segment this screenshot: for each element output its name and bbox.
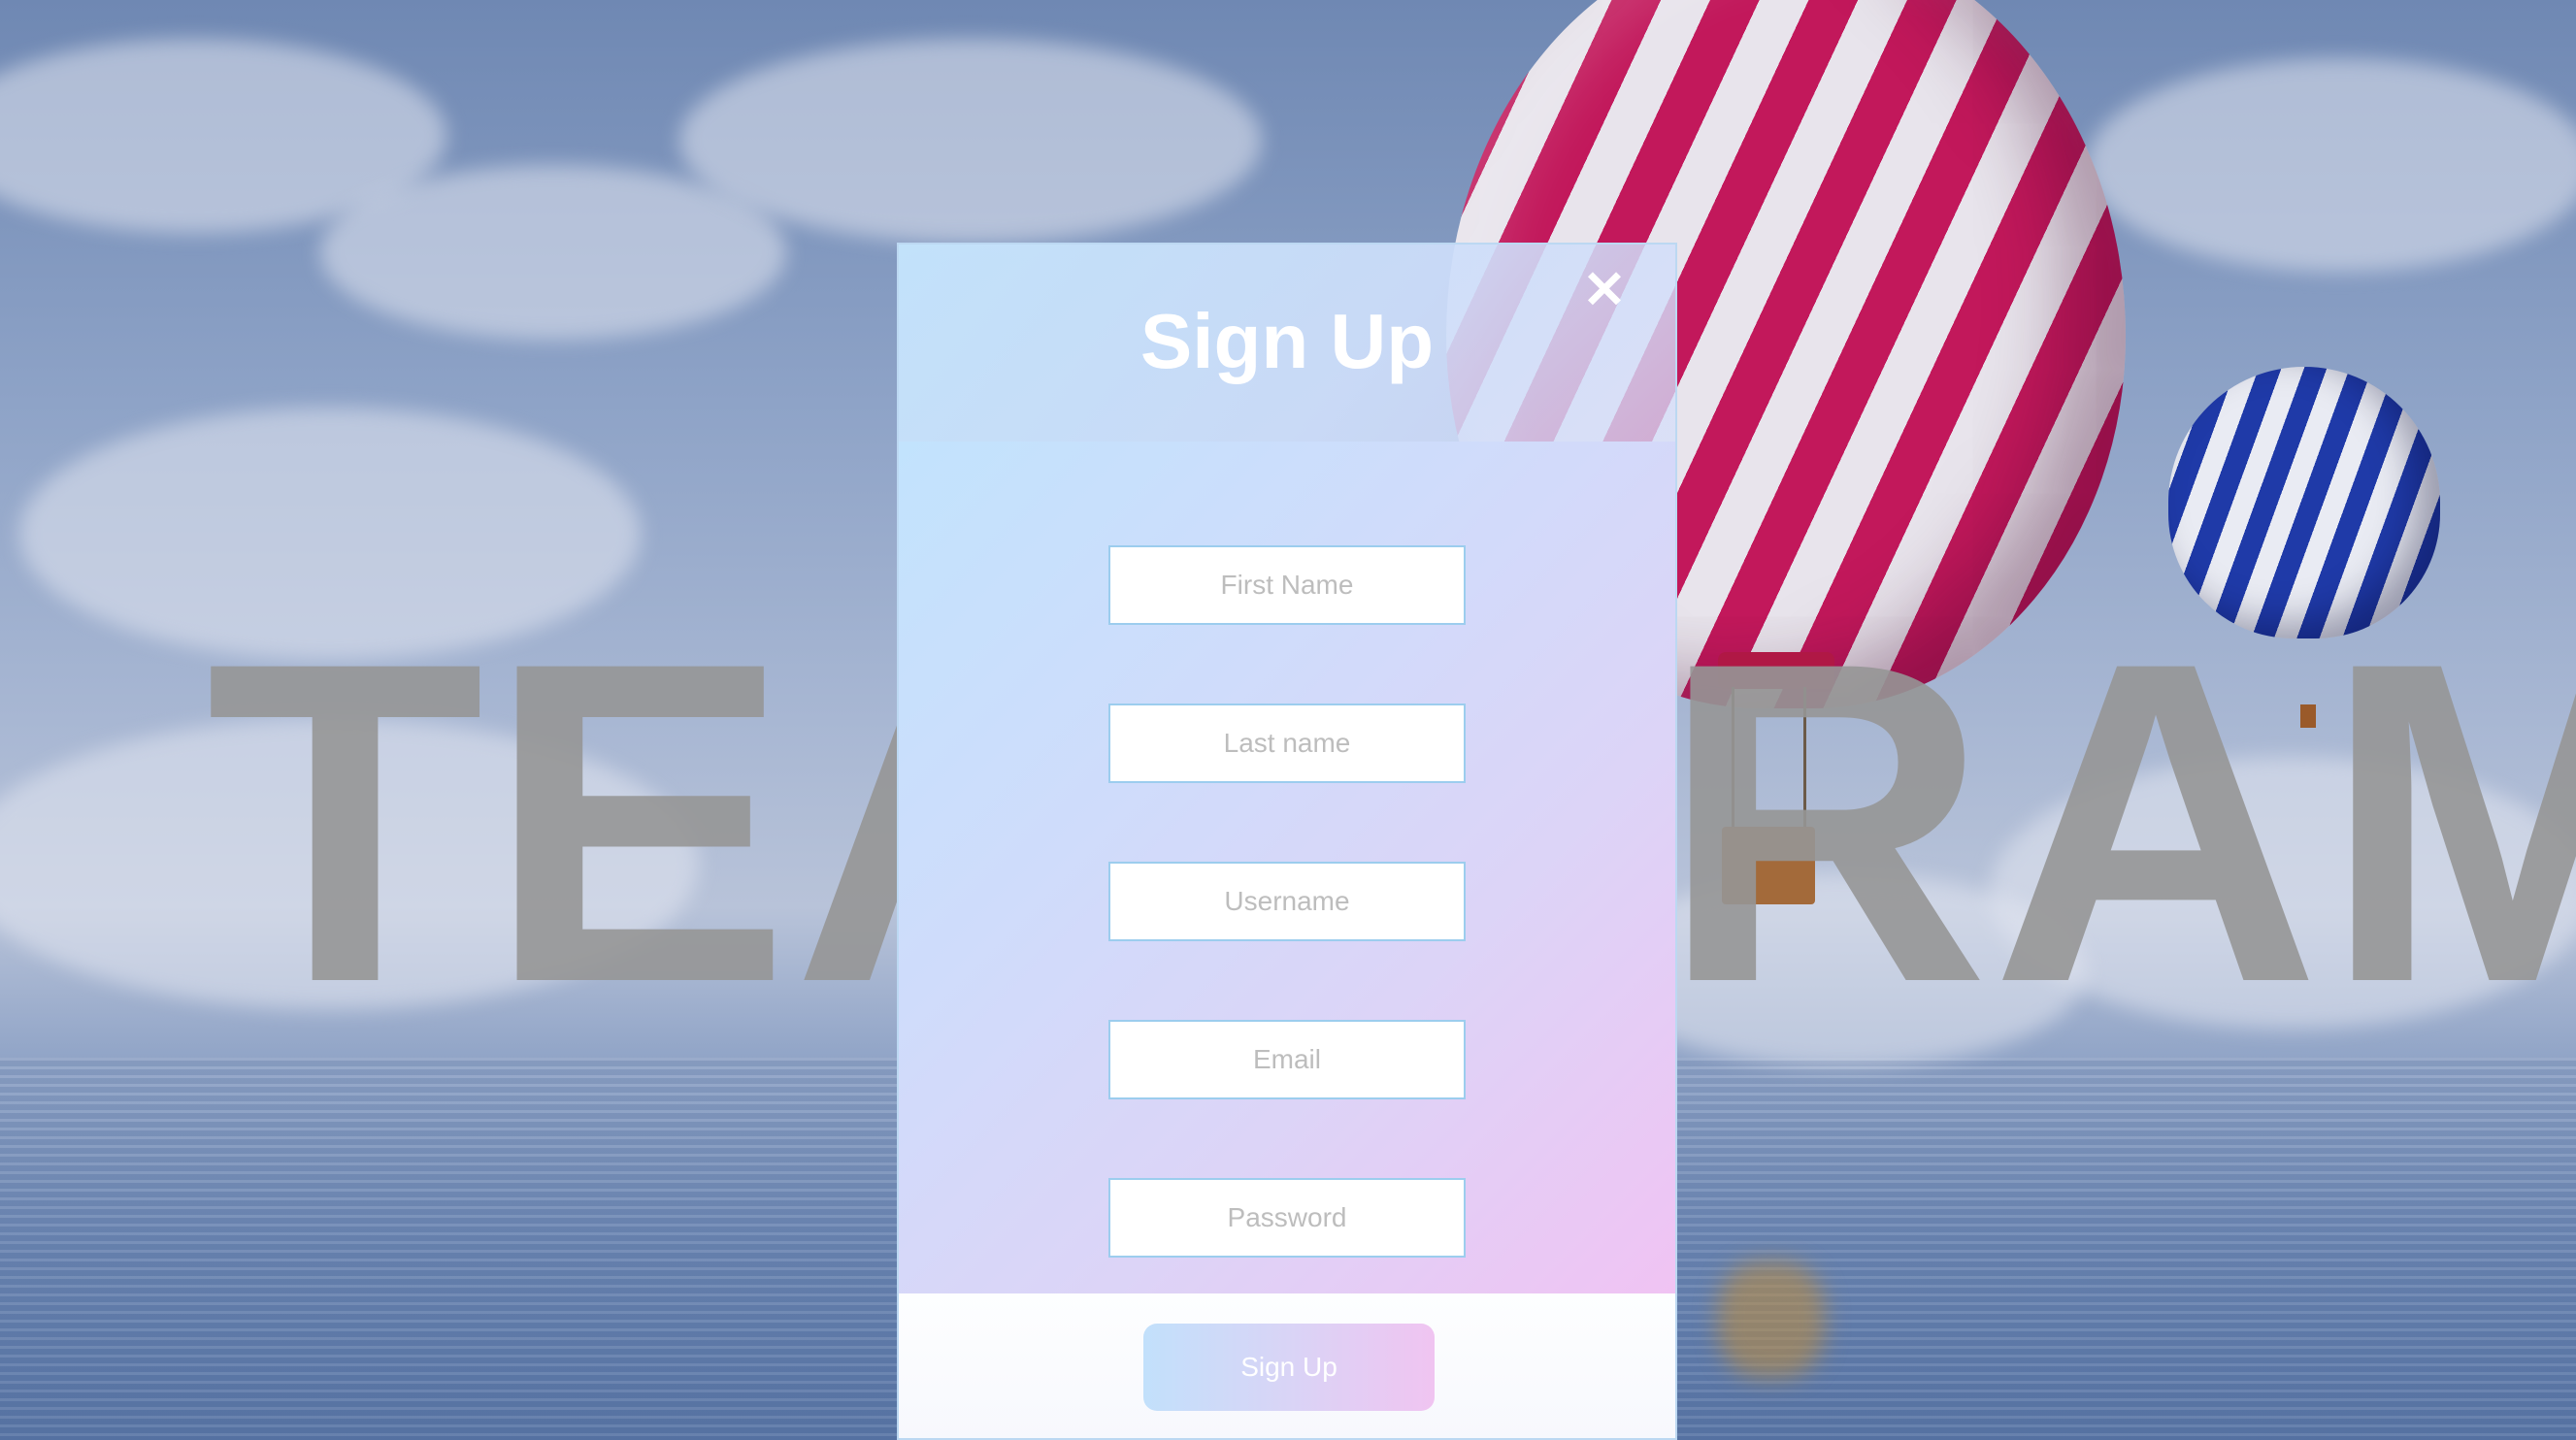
modal-footer: Sign Up bbox=[899, 1293, 1675, 1438]
modal-title: Sign Up bbox=[1139, 298, 1435, 384]
balloon-reflection bbox=[1718, 1261, 1825, 1378]
email-field[interactable] bbox=[1108, 1020, 1466, 1099]
first-name-field[interactable] bbox=[1108, 545, 1466, 625]
signup-modal: Sign Up ✕ Sign Up bbox=[897, 243, 1677, 1440]
close-icon[interactable]: ✕ bbox=[1580, 264, 1629, 316]
signup-button[interactable]: Sign Up bbox=[1143, 1324, 1435, 1411]
cloud bbox=[320, 165, 786, 340]
cloud bbox=[2087, 58, 2576, 272]
password-field[interactable] bbox=[1108, 1178, 1466, 1258]
last-name-field[interactable] bbox=[1108, 704, 1466, 783]
cloud bbox=[679, 39, 1262, 243]
username-field[interactable] bbox=[1108, 862, 1466, 941]
signup-form bbox=[899, 442, 1675, 1293]
watermark-text-right: RAM bbox=[1660, 568, 2576, 1077]
modal-header: Sign Up ✕ bbox=[899, 245, 1675, 442]
